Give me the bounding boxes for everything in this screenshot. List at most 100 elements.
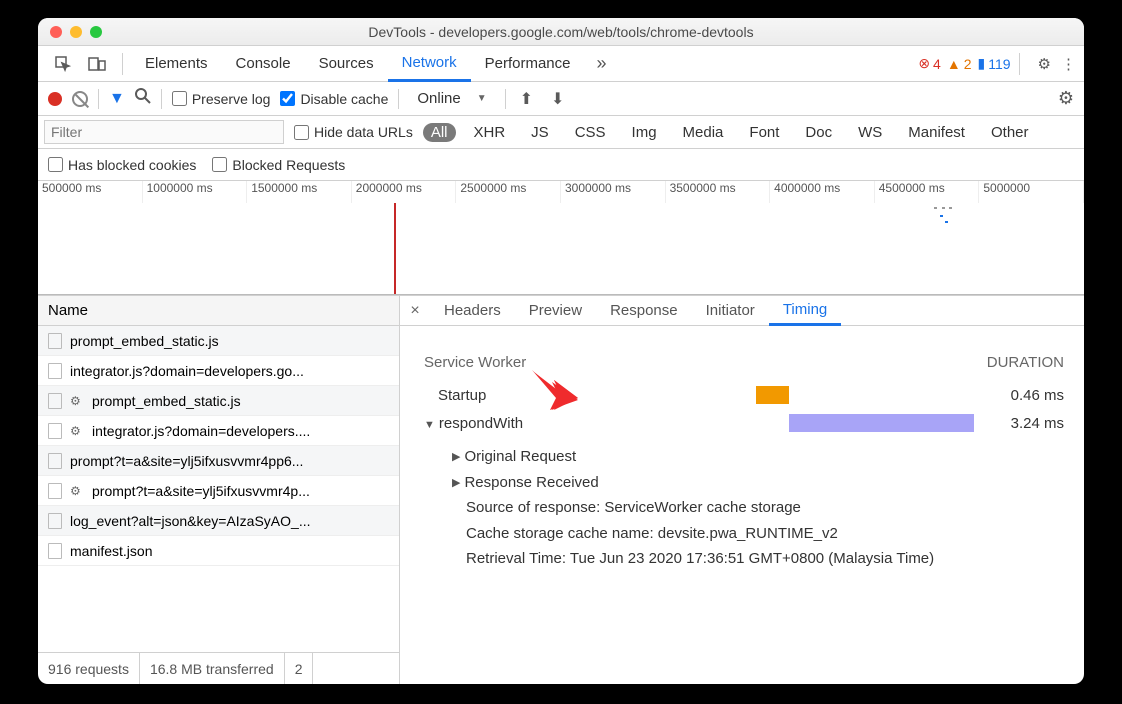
menu-icon[interactable]: ⋮: [1061, 55, 1076, 73]
duration-header: DURATION: [987, 354, 1064, 371]
timeline-mark: [940, 215, 943, 217]
tab-performance[interactable]: Performance: [471, 46, 585, 81]
tab-sources[interactable]: Sources: [305, 46, 388, 81]
message-icon: ▮: [978, 55, 986, 72]
request-name: integrator.js?domain=developers....: [92, 423, 310, 439]
console-status[interactable]: ⊗4 ▲2 ▮119: [918, 55, 1010, 72]
maximize-window-icon[interactable]: [90, 26, 102, 38]
request-name: prompt_embed_static.js: [92, 393, 241, 409]
detail-tabs: × Headers Preview Response Initiator Tim…: [400, 296, 1084, 326]
name-column-header[interactable]: Name: [38, 296, 399, 326]
section-title: Service Worker: [424, 354, 526, 371]
detail-panel: × Headers Preview Response Initiator Tim…: [400, 296, 1084, 684]
response-received-row[interactable]: ▶Response Received: [452, 469, 1064, 495]
filter-type-font[interactable]: Font: [741, 122, 787, 143]
timeline-overview[interactable]: 500000 ms 1000000 ms 1500000 ms 2000000 …: [38, 181, 1084, 295]
filter-type-other[interactable]: Other: [983, 122, 1037, 143]
request-row[interactable]: log_event?alt=json&key=AIzaSyAO_...: [38, 506, 399, 536]
throttle-select[interactable]: Online ▼: [409, 88, 494, 109]
detail-tab-preview[interactable]: Preview: [515, 296, 596, 325]
filter-type-img[interactable]: Img: [624, 122, 665, 143]
network-settings-icon[interactable]: ⚙: [1058, 88, 1074, 109]
close-window-icon[interactable]: [50, 26, 62, 38]
request-count: 916 requests: [38, 653, 140, 684]
tab-console[interactable]: Console: [222, 46, 305, 81]
minimize-window-icon[interactable]: [70, 26, 82, 38]
detail-tab-headers[interactable]: Headers: [430, 296, 515, 325]
has-blocked-cookies-checkbox[interactable]: Has blocked cookies: [48, 157, 196, 173]
hide-data-urls-checkbox[interactable]: Hide data URLs: [294, 124, 413, 140]
request-row[interactable]: manifest.json: [38, 536, 399, 566]
upload-har-icon[interactable]: ⬆: [520, 89, 533, 109]
filter-type-media[interactable]: Media: [675, 122, 732, 143]
request-name: log_event?alt=json&key=AIzaSyAO_...: [70, 513, 310, 529]
request-row[interactable]: ⚙prompt?t=a&site=ylj5ifxusvvmr4p...: [38, 476, 399, 506]
file-icon: [48, 423, 62, 439]
separator: [98, 89, 99, 109]
blocked-requests-checkbox[interactable]: Blocked Requests: [212, 157, 345, 173]
settings-icon[interactable]: ⚙: [1038, 55, 1051, 73]
timing-startup-row: Startup 0.46 ms: [424, 381, 1064, 409]
search-icon[interactable]: [135, 88, 151, 109]
clear-icon[interactable]: [72, 91, 88, 107]
file-icon: [48, 483, 62, 499]
request-row[interactable]: ⚙integrator.js?domain=developers....: [38, 416, 399, 446]
filter-type-ws[interactable]: WS: [850, 122, 890, 143]
original-request-row[interactable]: ▶Original Request: [452, 443, 1064, 469]
window-title: DevTools - developers.google.com/web/too…: [38, 24, 1084, 40]
network-toolbar: ▼ Preserve log Disable cache Online ▼ ⬆ …: [38, 82, 1084, 116]
expand-icon: ▶: [452, 450, 460, 463]
chevron-down-icon: ▼: [477, 93, 487, 104]
timeline-mark: [949, 207, 952, 209]
retrieval-time: Retrieval Time: Tue Jun 23 2020 17:36:51…: [466, 546, 1064, 572]
timeline-mark: [934, 207, 937, 209]
expand-icon: ▶: [452, 476, 460, 489]
tab-network[interactable]: Network: [388, 47, 471, 82]
separator: [161, 89, 162, 109]
preserve-log-checkbox[interactable]: Preserve log: [172, 91, 271, 107]
filter-type-manifest[interactable]: Manifest: [900, 122, 973, 143]
error-icon: ⊗: [918, 55, 930, 72]
request-row[interactable]: ⚙ prompt_embed_static.js: [38, 386, 399, 416]
request-row[interactable]: integrator.js?domain=developers.go...: [38, 356, 399, 386]
respondwith-bar: [789, 414, 974, 432]
filter-row-2: Has blocked cookies Blocked Requests: [38, 149, 1084, 181]
file-icon: [48, 363, 62, 379]
timeline-mark: [942, 207, 945, 209]
transferred-size: 16.8 MB transferred: [140, 653, 285, 684]
request-name: prompt_embed_static.js: [70, 333, 219, 349]
annotation-arrow: [530, 368, 580, 412]
status-third: 2: [285, 653, 314, 684]
request-name: integrator.js?domain=developers.go...: [70, 363, 304, 379]
download-har-icon[interactable]: ⬇: [551, 89, 564, 109]
timing-detail: Service Worker DURATION Startup 0.46 ms …: [400, 326, 1084, 684]
timeline-body: [38, 203, 1084, 294]
record-button[interactable]: [48, 92, 62, 106]
filter-type-xhr[interactable]: XHR: [466, 122, 514, 143]
main-toolbar: Elements Console Sources Network Perform…: [38, 46, 1084, 82]
filter-type-js[interactable]: JS: [523, 122, 557, 143]
startup-duration: 0.46 ms: [974, 387, 1064, 404]
detail-tab-timing[interactable]: Timing: [769, 297, 841, 326]
close-detail-icon[interactable]: ×: [400, 302, 430, 320]
filter-icon[interactable]: ▼: [109, 90, 125, 108]
tab-elements[interactable]: Elements: [131, 46, 222, 81]
detail-tab-initiator[interactable]: Initiator: [692, 296, 769, 325]
inspect-icon[interactable]: [52, 53, 74, 75]
filter-type-css[interactable]: CSS: [567, 122, 614, 143]
filter-type-doc[interactable]: Doc: [797, 122, 840, 143]
timing-respondwith-row[interactable]: ▼respondWith 3.24 ms: [424, 409, 1064, 437]
detail-tab-response[interactable]: Response: [596, 296, 692, 325]
devtools-window: DevTools - developers.google.com/web/too…: [38, 18, 1084, 684]
device-toggle-icon[interactable]: [86, 53, 108, 75]
filter-type-all[interactable]: All: [423, 123, 456, 142]
request-row[interactable]: prompt?t=a&site=ylj5ifxusvvmr4pp6...: [38, 446, 399, 476]
request-row[interactable]: prompt_embed_static.js: [38, 326, 399, 356]
file-icon: [48, 543, 62, 559]
gear-icon: ⚙: [70, 394, 84, 408]
file-icon: [48, 453, 62, 469]
split-view: Name prompt_embed_static.js integrator.js…: [38, 295, 1084, 684]
disable-cache-checkbox[interactable]: Disable cache: [280, 91, 388, 107]
filter-input[interactable]: [44, 120, 284, 144]
more-tabs-icon[interactable]: »: [585, 53, 619, 74]
